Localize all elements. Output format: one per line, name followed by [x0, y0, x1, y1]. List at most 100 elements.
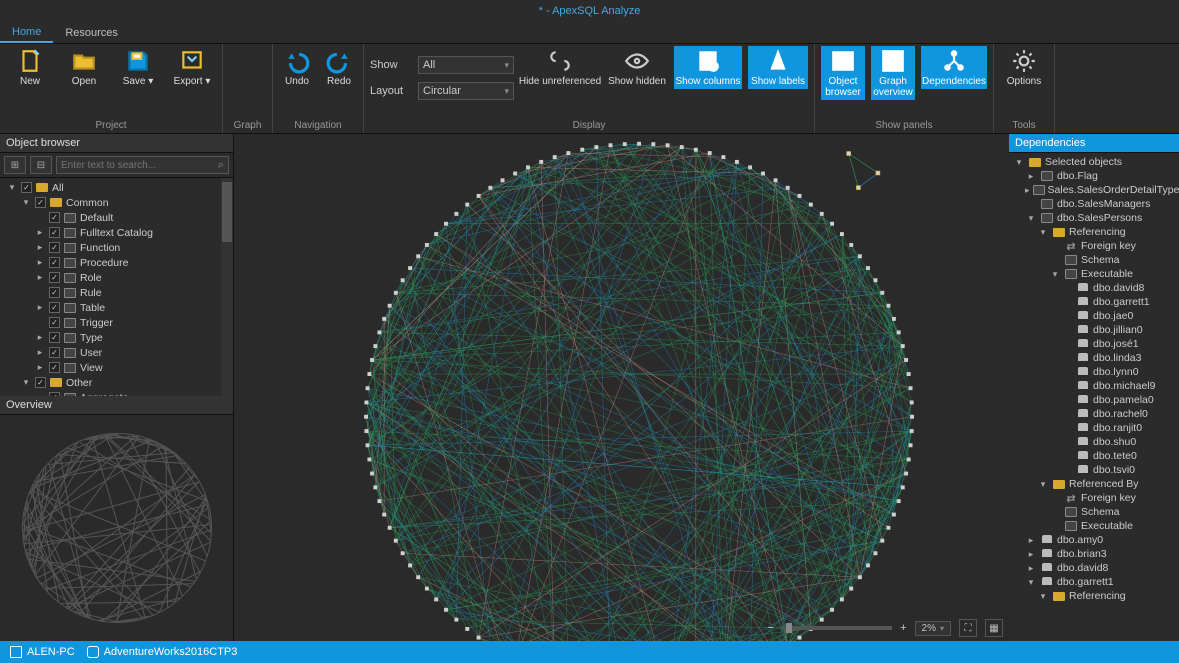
checkbox[interactable]	[21, 182, 32, 193]
tree-item[interactable]: ▸Sales.SalesOrderDetailType_	[1009, 183, 1179, 197]
tree-item[interactable]: Trigger	[0, 315, 233, 330]
zoom-plus[interactable]: +	[900, 622, 906, 634]
tree-item[interactable]: ▾Selected objects	[1009, 155, 1179, 169]
tree-item[interactable]: Rule	[0, 285, 233, 300]
checkbox[interactable]	[49, 287, 60, 298]
save-button[interactable]: Save ▾	[114, 46, 162, 89]
tree-item[interactable]: dbo.shu0	[1009, 435, 1179, 449]
tree-item[interactable]: dbo.tete0	[1009, 449, 1179, 463]
tree-twisty[interactable]: ▸	[1025, 185, 1030, 196]
tree-twisty[interactable]: ▸	[1025, 549, 1037, 560]
tree-twisty[interactable]: ▾	[20, 377, 32, 388]
tree-item[interactable]: ▸Function	[0, 240, 233, 255]
open-button[interactable]: Open	[60, 46, 108, 89]
dependencies-tree[interactable]: ▾Selected objects▸dbo.Flag▸Sales.SalesOr…	[1009, 153, 1179, 641]
tree-item[interactable]: ⇄Foreign key	[1009, 239, 1179, 253]
checkbox[interactable]	[49, 212, 60, 223]
tree-item[interactable]: dbo.SalesManagers	[1009, 197, 1179, 211]
tree-item[interactable]: ▾Referenced By	[1009, 477, 1179, 491]
tree-twisty[interactable]: ▸	[34, 272, 46, 283]
tree-twisty[interactable]: ▾	[20, 197, 32, 208]
collapse-all-button[interactable]: ⊟	[30, 156, 52, 174]
tree-twisty[interactable]: ▸	[34, 242, 46, 253]
tree-item[interactable]: dbo.jae0	[1009, 309, 1179, 323]
checkbox[interactable]	[49, 227, 60, 238]
fit-screen-button[interactable]: ⛶	[959, 619, 977, 637]
tree-item[interactable]: Executable	[1009, 519, 1179, 533]
tree-item[interactable]: ▸dbo.Flag	[1009, 169, 1179, 183]
tree-twisty[interactable]: ▾	[1037, 479, 1049, 490]
tree-twisty[interactable]: ▾	[1013, 157, 1025, 168]
tree-item[interactable]: Schema	[1009, 253, 1179, 267]
tree-item[interactable]: ▸dbo.amy0	[1009, 533, 1179, 547]
tree-twisty[interactable]: ▸	[1025, 171, 1037, 182]
tree-item[interactable]: ▾All	[0, 180, 233, 195]
tree-twisty[interactable]: ▸	[1025, 535, 1037, 546]
export-button[interactable]: Export ▾	[168, 46, 216, 89]
tree-item[interactable]: ▾dbo.SalesPersons	[1009, 211, 1179, 225]
show-hidden-button[interactable]: Show hidden	[606, 46, 668, 89]
checkbox[interactable]	[49, 257, 60, 268]
tree-item[interactable]: Aggregate	[0, 390, 233, 396]
tree-item[interactable]: ▸View	[0, 360, 233, 375]
tree-item[interactable]: dbo.josé1	[1009, 337, 1179, 351]
tree-item[interactable]: ▸Table	[0, 300, 233, 315]
tree-item[interactable]: dbo.ranjit0	[1009, 421, 1179, 435]
new-button[interactable]: New	[6, 46, 54, 89]
tree-twisty[interactable]: ▸	[34, 332, 46, 343]
graph-canvas[interactable]: − + 2% ⛶ ▦	[234, 134, 1009, 641]
tree-item[interactable]: ▸User	[0, 345, 233, 360]
tree-item[interactable]: dbo.michael9	[1009, 379, 1179, 393]
object-browser-tree[interactable]: ▾All▾CommonDefault▸Fulltext Catalog▸Func…	[0, 178, 233, 396]
tree-item[interactable]: ▸Fulltext Catalog	[0, 225, 233, 240]
show-columns-button[interactable]: Show columns	[674, 46, 742, 89]
tree-twisty[interactable]: ▸	[1025, 563, 1037, 574]
show-dropdown[interactable]: All	[418, 56, 514, 74]
checkbox[interactable]	[49, 302, 60, 313]
graph-overview-button[interactable]: Graphoverview	[871, 46, 915, 100]
checkbox[interactable]	[49, 362, 60, 373]
tree-twisty[interactable]: ▸	[34, 302, 46, 313]
tree-twisty[interactable]: ▾	[1049, 269, 1061, 280]
tree-item[interactable]: Schema	[1009, 505, 1179, 519]
tree-twisty[interactable]: ▾	[1037, 227, 1049, 238]
tree-twisty[interactable]: ▸	[34, 362, 46, 373]
tree-item[interactable]: ⇄Foreign key	[1009, 491, 1179, 505]
tree-twisty[interactable]: ▸	[34, 257, 46, 268]
checkbox[interactable]	[49, 347, 60, 358]
tree-item[interactable]: ▸Type	[0, 330, 233, 345]
checkbox[interactable]	[49, 242, 60, 253]
tree-item[interactable]: ▸dbo.david8	[1009, 561, 1179, 575]
tree-item[interactable]: ▾dbo.garrett1	[1009, 575, 1179, 589]
tree-item[interactable]: ▸dbo.brian3	[1009, 547, 1179, 561]
tree-twisty[interactable]: ▾	[1037, 591, 1049, 602]
dependencies-button[interactable]: Dependencies	[921, 46, 987, 89]
tree-item[interactable]: ▸Procedure	[0, 255, 233, 270]
options-button[interactable]: Options	[1000, 46, 1048, 89]
tab-resources[interactable]: Resources	[53, 24, 130, 42]
tree-twisty[interactable]: ▸	[34, 227, 46, 238]
redo-button[interactable]: Redo	[321, 46, 357, 89]
zoom-dropdown[interactable]: 2%	[915, 621, 951, 636]
tree-item[interactable]: Default	[0, 210, 233, 225]
layout-dropdown[interactable]: Circular	[418, 82, 514, 100]
tree-item[interactable]: dbo.lynn0	[1009, 365, 1179, 379]
tree-item[interactable]: ▾Common	[0, 195, 233, 210]
actual-size-button[interactable]: ▦	[985, 619, 1003, 637]
search-input[interactable]	[61, 160, 218, 171]
tab-home[interactable]: Home	[0, 23, 53, 43]
tree-item[interactable]: dbo.garrett1	[1009, 295, 1179, 309]
tree-item[interactable]: dbo.tsvi0	[1009, 463, 1179, 477]
tree-item[interactable]: dbo.linda3	[1009, 351, 1179, 365]
tree-item[interactable]: dbo.david8	[1009, 281, 1179, 295]
tree-twisty[interactable]: ▸	[34, 347, 46, 358]
zoom-slider[interactable]	[782, 626, 892, 630]
tree-item[interactable]: dbo.jillian0	[1009, 323, 1179, 337]
zoom-minus[interactable]: −	[768, 622, 774, 634]
tree-twisty[interactable]: ▾	[1025, 213, 1037, 224]
scrollbar[interactable]	[221, 178, 233, 396]
tree-twisty[interactable]: ▾	[1025, 577, 1037, 588]
tree-twisty[interactable]: ▾	[6, 182, 18, 193]
tree-item[interactable]: dbo.rachel0	[1009, 407, 1179, 421]
show-labels-button[interactable]: Show labels	[748, 46, 808, 89]
